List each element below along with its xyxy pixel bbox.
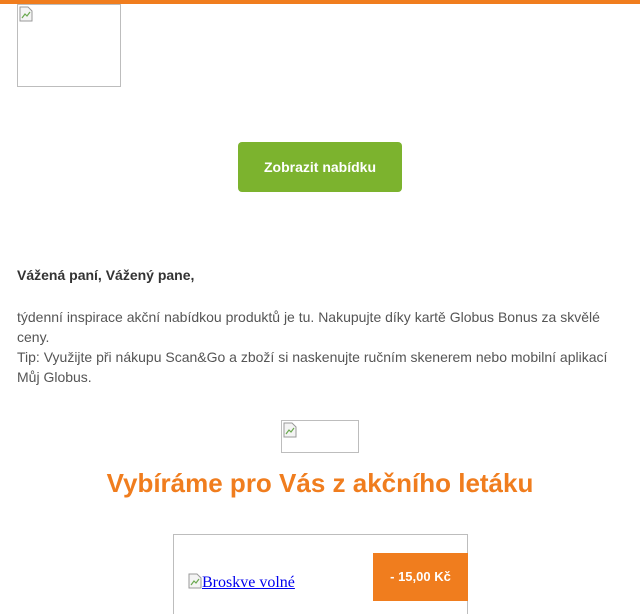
section-headline: Vybíráme pro Vás z akčního letáku	[106, 468, 534, 498]
intro-text: týdenní inspirace akční nabídkou produkt…	[17, 307, 623, 387]
banner-image[interactable]	[281, 420, 359, 453]
greeting: Vážená paní, Vážený pane,	[17, 267, 195, 283]
discount-badge: - 15,00 Kč	[373, 553, 468, 601]
broken-image-icon	[19, 6, 33, 22]
broken-image-icon	[283, 422, 297, 438]
intro-paragraph: týdenní inspirace akční nabídkou produkt…	[17, 309, 600, 345]
tip-paragraph: Tip: Využijte při nákupu Scan&Go a zboží…	[17, 349, 608, 385]
logo-image[interactable]	[17, 4, 121, 87]
product-name: Broskve volné	[202, 574, 295, 591]
broken-image-icon	[188, 573, 202, 589]
product-link[interactable]: Broskve volné	[188, 573, 295, 592]
product-card: Broskve volné - 15,00 Kč	[173, 534, 468, 614]
show-offer-button[interactable]: Zobrazit nabídku	[238, 142, 402, 192]
